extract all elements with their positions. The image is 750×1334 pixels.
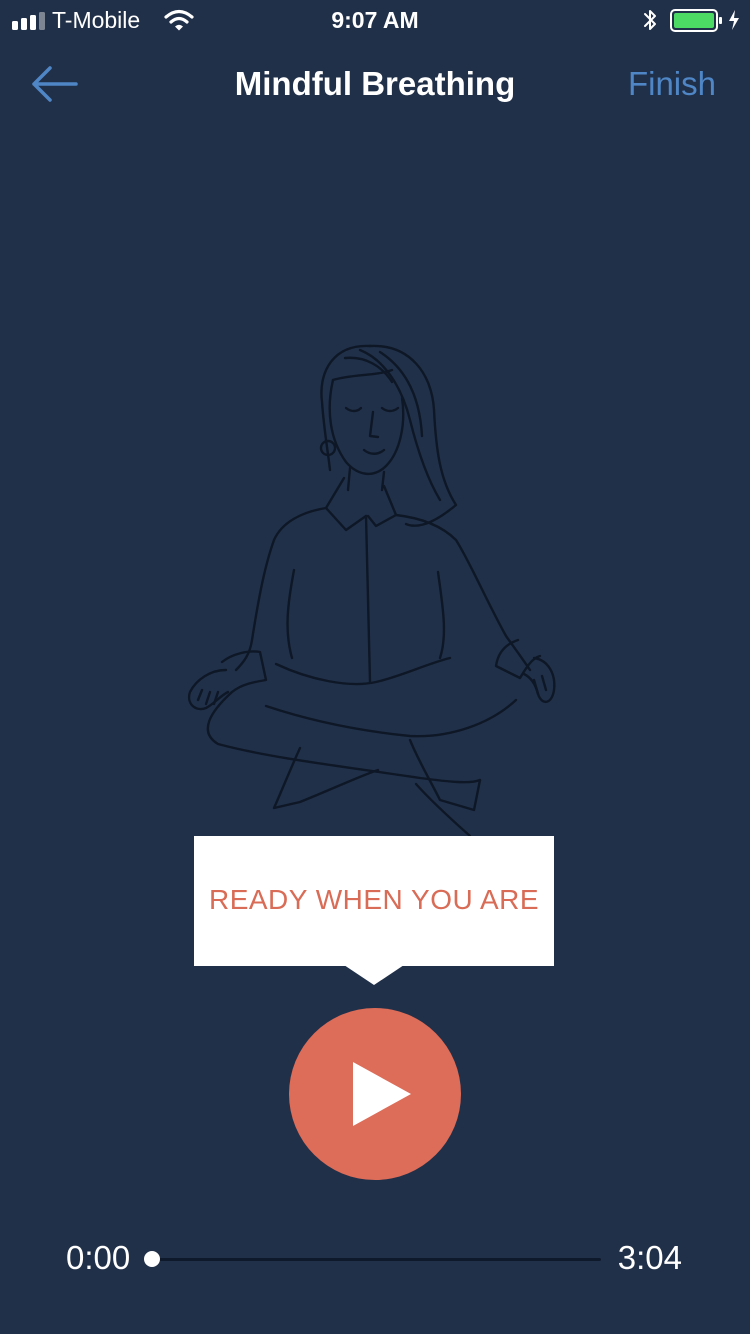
total-time: 3:04 bbox=[617, 1239, 682, 1276]
tooltip-text: READY WHEN YOU ARE bbox=[208, 884, 540, 915]
tooltip-pointer bbox=[344, 965, 404, 985]
elapsed-time: 0:00 bbox=[66, 1239, 131, 1276]
play-button[interactable] bbox=[289, 1008, 461, 1180]
meditating-woman-illustration bbox=[187, 344, 556, 838]
play-icon bbox=[353, 1062, 411, 1126]
bluetooth-icon bbox=[644, 10, 656, 30]
status-bar: T-Mobile 9:07 AM bbox=[0, 0, 750, 40]
charging-icon bbox=[729, 10, 739, 30]
status-time: 9:07 AM bbox=[331, 7, 419, 33]
progress-knob[interactable] bbox=[144, 1251, 160, 1267]
ready-tooltip: READY WHEN YOU ARE bbox=[194, 836, 554, 966]
battery-icon bbox=[670, 9, 722, 32]
progress-track[interactable] bbox=[152, 1258, 601, 1261]
finish-button[interactable]: Finish bbox=[628, 64, 716, 104]
